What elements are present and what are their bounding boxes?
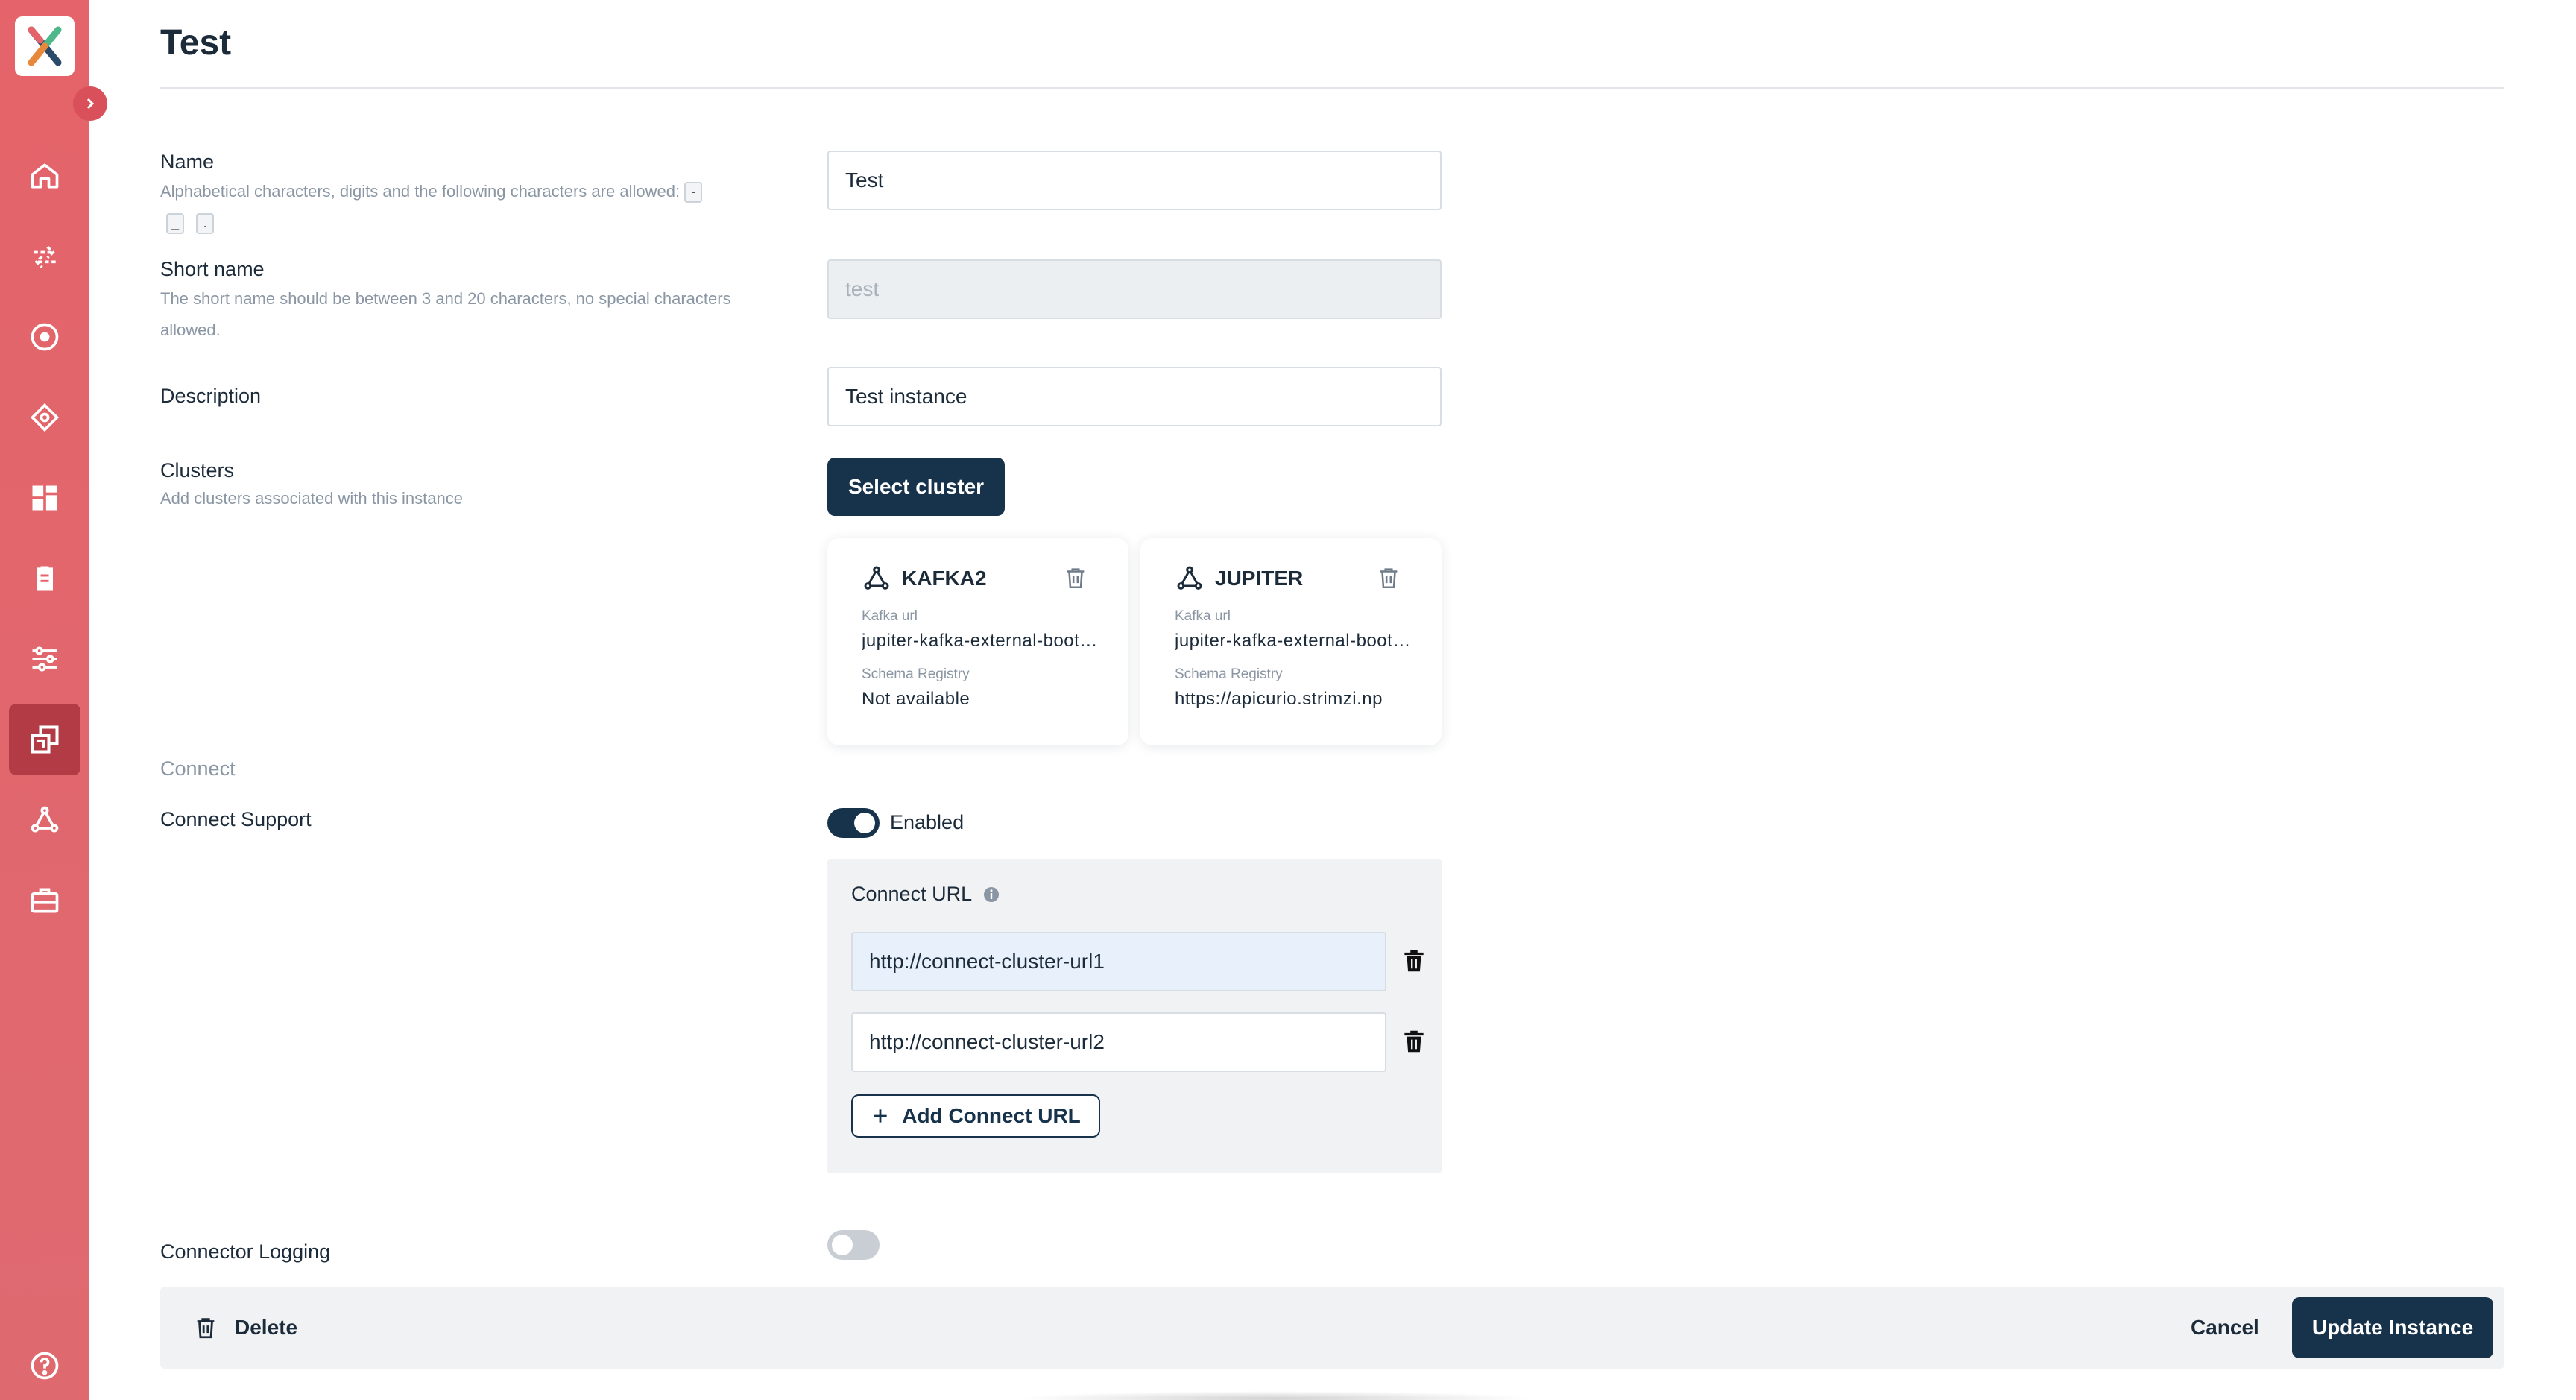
chevron-right-icon xyxy=(86,98,95,110)
cancel-button[interactable]: Cancel xyxy=(2191,1309,2259,1346)
instances-icon xyxy=(31,725,59,754)
plus-icon xyxy=(874,1109,887,1123)
name-hint-text: Alphabetical characters, digits and the … xyxy=(160,182,681,201)
add-connect-url-label: Add Connect URL xyxy=(902,1104,1081,1127)
description-input[interactable]: Test instance xyxy=(827,367,1442,426)
sidebar-item-schemas[interactable] xyxy=(9,382,80,453)
footer-action-bar: Delete Cancel Update Instance xyxy=(160,1287,2504,1369)
sidebar-item-help[interactable] xyxy=(9,1330,80,1400)
connector-logging-toggle[interactable] xyxy=(827,1230,880,1260)
connect-url-panel: Connect URL http://connect-cluster-url1 … xyxy=(827,859,1442,1173)
connect-section-label: Connect xyxy=(160,757,236,780)
connect-url-input[interactable]: http://connect-cluster-url1 xyxy=(851,932,1386,991)
sidebar-item-topics[interactable] xyxy=(9,301,80,373)
toolbox-icon xyxy=(31,888,59,913)
clusters-hint: Add clusters associated with this instan… xyxy=(160,489,463,508)
page-title: Test xyxy=(160,23,232,63)
app-logo[interactable] xyxy=(15,16,75,76)
name-label: Name xyxy=(160,151,215,173)
kafka-url-label: Kafka url xyxy=(862,608,918,624)
short-name-label: Short name xyxy=(160,258,265,280)
trash-icon[interactable] xyxy=(1400,1027,1428,1056)
sliders-icon xyxy=(32,646,57,672)
sidebar-expand-button[interactable] xyxy=(73,86,107,121)
short-name-hint-line1: The short name should be between 3 and 2… xyxy=(160,289,731,308)
connector-logging-label: Connector Logging xyxy=(160,1240,331,1263)
allowed-char-chip: . xyxy=(196,213,215,235)
schema-registry-label: Schema Registry xyxy=(862,666,970,682)
sidebar-item-clusters[interactable] xyxy=(9,784,80,856)
cluster-name: JUPITER xyxy=(1215,567,1304,590)
cluster-icon xyxy=(1177,566,1202,590)
sidebar-item-toolbox[interactable] xyxy=(9,865,80,936)
sidebar-item-instances[interactable] xyxy=(9,704,80,775)
connect-support-label: Connect Support xyxy=(160,808,312,830)
connect-support-toggle[interactable] xyxy=(827,808,880,838)
select-cluster-button[interactable]: Select cluster xyxy=(827,458,1005,516)
sidebar-item-settings[interactable] xyxy=(9,623,80,695)
add-connect-url-button[interactable]: Add Connect URL xyxy=(851,1094,1100,1138)
kafka-url-value: jupiter-kafka-external-bootstrap xyxy=(862,631,1106,651)
header-divider xyxy=(160,87,2504,89)
arrows-exchange-icon xyxy=(34,245,56,268)
target-icon xyxy=(31,323,59,351)
kafka-url-value: jupiter-kafka-external-bootstrap xyxy=(1175,631,1419,651)
cluster-card: KAFKA2 Kafka url jupiter-kafka-external-… xyxy=(827,538,1128,745)
help-icon xyxy=(31,1352,59,1380)
short-name-hint: The short name should be between 3 and 2… xyxy=(160,283,831,346)
delete-button[interactable]: Delete xyxy=(193,1309,297,1346)
bottom-shadow xyxy=(1014,1391,1535,1400)
sidebar-item-home[interactable] xyxy=(9,140,80,212)
cluster-icon xyxy=(31,806,59,833)
diamond-icon xyxy=(30,403,60,432)
trash-icon[interactable] xyxy=(1063,565,1088,590)
cluster-name: KAFKA2 xyxy=(902,567,987,590)
name-hint: Alphabetical characters, digits and the … xyxy=(160,176,831,239)
sidebar-item-tasks[interactable] xyxy=(9,543,80,614)
logo-icon xyxy=(28,26,62,66)
home-icon xyxy=(31,163,59,189)
delete-label: Delete xyxy=(235,1316,298,1339)
schema-registry-label: Schema Registry xyxy=(1175,666,1283,682)
trash-icon xyxy=(197,1318,215,1339)
name-input[interactable]: Test xyxy=(827,151,1442,210)
clusters-label: Clusters xyxy=(160,459,235,482)
connect-support-state: Enabled xyxy=(890,811,965,833)
schema-registry-value: Not available xyxy=(862,689,970,709)
short-name-input[interactable]: test xyxy=(827,259,1442,319)
clipboard-icon xyxy=(37,566,53,591)
connect-url-heading: Connect URL xyxy=(851,883,1000,906)
description-label: Description xyxy=(160,385,262,407)
connect-url-input[interactable]: http://connect-cluster-url2 xyxy=(851,1012,1386,1072)
toggle-knob xyxy=(854,813,875,833)
sidebar-item-transfers[interactable] xyxy=(9,221,80,292)
kafka-url-label: Kafka url xyxy=(1175,608,1231,624)
trash-icon[interactable] xyxy=(1400,947,1428,975)
trash-icon[interactable] xyxy=(1376,565,1401,590)
dashboard-grid-icon xyxy=(32,485,57,511)
cluster-card: JUPITER Kafka url jupiter-kafka-external… xyxy=(1140,538,1442,745)
toggle-knob xyxy=(832,1235,853,1255)
update-instance-button[interactable]: Update Instance xyxy=(2292,1297,2493,1358)
connect-url-label: Connect URL xyxy=(851,883,973,905)
allowed-char-chip: - xyxy=(684,182,703,204)
schema-registry-value: https://apicurio.strimzi.np xyxy=(1175,689,1383,709)
sidebar-item-dashboard[interactable] xyxy=(9,462,80,534)
info-icon[interactable] xyxy=(982,886,1000,904)
short-name-hint-line2: allowed. xyxy=(160,321,221,339)
cluster-icon xyxy=(864,566,889,590)
sidebar xyxy=(0,0,89,1400)
allowed-char-chip: _ xyxy=(166,213,184,235)
